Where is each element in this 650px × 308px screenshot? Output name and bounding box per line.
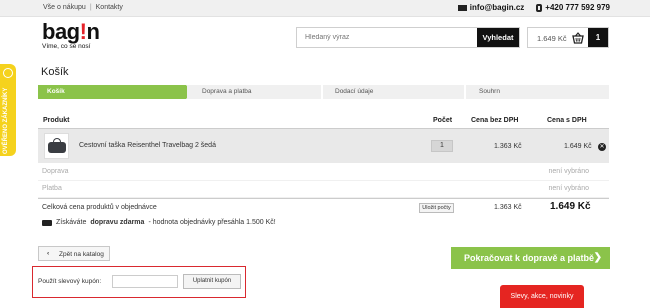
top-links: Vše o nákupu | Kontakty [43, 4, 123, 11]
free-shipping-prefix: Získáváte [56, 219, 87, 226]
search-input[interactable] [297, 28, 479, 47]
contact-info: info@bagin.cz +420 777 592 979 [457, 3, 610, 12]
logo-wordmark: bag!n [42, 19, 100, 44]
free-shipping-note: Získáváte dopravu zdarma - hodnota objed… [42, 219, 276, 226]
coupon-box: Použít slevový kupón: Uplatnit kupón [32, 266, 246, 298]
header-count: Počet [433, 117, 453, 124]
table-row: Cestovní taška Reisenthel Travelbag 2 še… [38, 129, 609, 163]
envelope-icon [457, 4, 467, 11]
shipping-label: Doprava [42, 168, 69, 175]
logo-tagline: Víme, co se nosí [42, 43, 91, 50]
page-title: Košík [41, 66, 69, 78]
remove-icon[interactable]: ✕ [598, 143, 606, 151]
back-button-label: Zpět na katalog [59, 251, 104, 258]
shipping-value: není vybráno [548, 168, 589, 175]
checkout-steps: Košík Doprava a platba Dodací údaje Souh… [38, 85, 609, 99]
quantity-field[interactable]: 1 [431, 140, 453, 152]
header-price-net: Cena bez DPH [471, 117, 519, 124]
cart-price: 1.649 Kč [537, 34, 567, 43]
save-quantities-button[interactable]: Uložit počty [419, 203, 454, 213]
step-label: Košík [47, 88, 65, 95]
free-shipping-suffix: - hodnota objednávky přesáhla 1.500 Kč! [148, 219, 276, 226]
verified-badge[interactable]: OVĚŘENO ZÁKAZNÍKY [0, 64, 16, 156]
top-bar: Vše o nákupu | Kontakty info@bagin.cz +4… [0, 0, 650, 17]
step-shipping-payment[interactable]: Doprava a platba [187, 85, 321, 99]
step-label: Dodací údaje [335, 88, 374, 95]
chevron-left-icon: ‹ [47, 250, 50, 257]
step-delivery-details[interactable]: Dodací údaje [323, 85, 464, 99]
continue-button-label: Pokračovat k dopravě a platbě [464, 253, 595, 263]
separator: | [89, 4, 92, 11]
step-label: Souhrn [479, 88, 500, 95]
email-text: info@bagin.cz [469, 3, 525, 12]
price-net: 1.363 Kč [494, 143, 522, 150]
step-label: Doprava a platba [202, 88, 252, 95]
payment-label: Platba [42, 185, 62, 192]
payment-value: není vybráno [548, 185, 589, 192]
promo-tab[interactable]: Slevy, akce, novinky [500, 285, 584, 308]
cart-count: 1 [588, 28, 608, 47]
bag-body [48, 142, 66, 153]
link-contacts[interactable]: Kontakty [96, 4, 123, 11]
verified-badge-text: OVĚŘENO ZÁKAZNÍKY [3, 87, 9, 154]
verified-icon [3, 68, 13, 78]
phone-contact[interactable]: +420 777 592 979 [536, 3, 610, 12]
search-button[interactable]: Vyhledat [477, 28, 519, 47]
header-product: Produkt [43, 117, 70, 124]
header-price-gross: Cena s DPH [547, 117, 587, 124]
basket-icon [572, 32, 584, 44]
chevron-right-icon: ❯ [593, 252, 602, 263]
cart-widget[interactable]: 1.649 Kč 1 [527, 27, 609, 48]
email-contact[interactable]: info@bagin.cz [457, 3, 525, 12]
apply-coupon-button[interactable]: Uplatnit kupón [183, 274, 241, 289]
total-price-gross: 1.649 Kč [550, 201, 591, 212]
back-to-catalog-button[interactable]: ‹ Zpět na katalog [38, 246, 110, 261]
phone-icon [536, 3, 543, 12]
truck-icon [42, 219, 52, 226]
step-cart[interactable]: Košík [38, 85, 193, 99]
total-price-net: 1.363 Kč [494, 204, 522, 211]
total-label: Celková cena produktů v objednávce [42, 204, 157, 211]
price-gross: 1.649 Kč [564, 143, 592, 150]
product-image[interactable] [44, 133, 69, 159]
product-name[interactable]: Cestovní taška Reisenthel Travelbag 2 še… [79, 142, 216, 149]
free-shipping-bold: dopravu zdarma [90, 219, 145, 226]
payment-row: Platba není vybráno [38, 181, 609, 198]
continue-button[interactable]: Pokračovat k dopravě a platbě ❯ [451, 247, 610, 269]
coupon-input[interactable] [112, 275, 178, 288]
total-row: Celková cena produktů v objednávce Uloži… [38, 198, 609, 215]
table-header: Produkt Počet Cena bez DPH Cena s DPH [38, 114, 609, 129]
search-box: Vyhledat [296, 27, 520, 48]
coupon-label: Použít slevový kupón: [38, 278, 102, 285]
phone-text: +420 777 592 979 [545, 3, 610, 12]
logo[interactable]: bag!n Víme, co se nosí [42, 19, 100, 51]
link-about-shopping[interactable]: Vše o nákupu [43, 4, 86, 11]
shipping-row: Doprava není vybráno [38, 164, 609, 181]
step-summary[interactable]: Souhrn [466, 85, 609, 99]
